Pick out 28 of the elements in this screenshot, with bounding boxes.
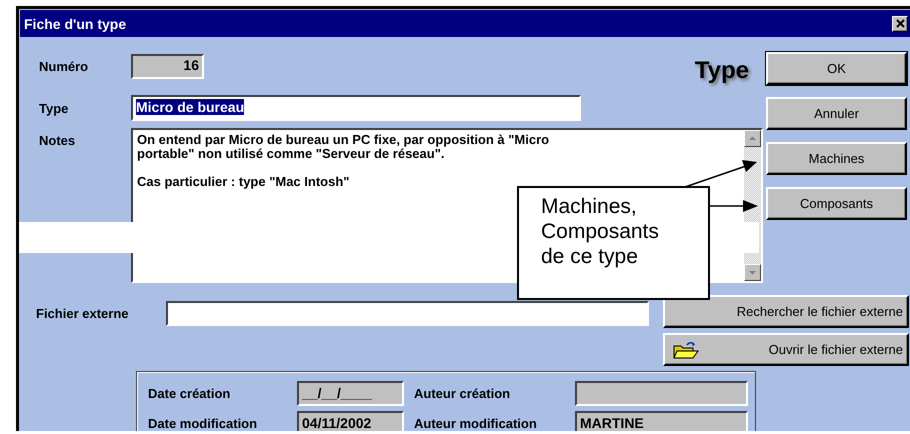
arrow <box>710 200 758 212</box>
field-label: Fichier externe <box>35 306 130 323</box>
open-file-button[interactable]: Ouvrir le fichier externe <box>663 333 909 366</box>
form-heading: Type <box>694 57 749 85</box>
type-field[interactable]: Micro de bureau <box>131 95 581 121</box>
dialog-button[interactable]: OK <box>766 52 907 85</box>
field-label: Date modification <box>148 416 258 431</box>
field-label: Auteur création <box>413 386 512 401</box>
callout-note: Machines, Composants de ce type <box>517 186 710 300</box>
folder-icon <box>673 340 699 360</box>
author-field[interactable] <box>575 381 748 406</box>
field-label: Type <box>38 100 70 116</box>
dialog-button[interactable]: Annuler <box>766 97 907 130</box>
field-label: Numéro <box>38 58 90 74</box>
close-button[interactable] <box>892 16 908 32</box>
field-label: Auteur modification <box>413 416 538 431</box>
number-field[interactable]: 16 <box>131 54 204 78</box>
window-title: Fiche d'un type <box>24 16 126 32</box>
dialog-button[interactable]: Composants <box>766 187 907 220</box>
date-field[interactable]: __/__/____ <box>297 381 404 406</box>
field-label: Date création <box>148 386 232 401</box>
browse-file-button[interactable]: Rechercher le fichier externe <box>663 295 909 328</box>
author-field[interactable]: MARTINE <box>575 411 748 431</box>
dialog-button[interactable]: Machines <box>766 142 907 175</box>
date-field[interactable]: 04/11/2002 <box>297 411 404 431</box>
close-icon <box>896 19 904 28</box>
field-label: Notes <box>38 132 76 148</box>
file-path-field[interactable] <box>166 301 649 326</box>
